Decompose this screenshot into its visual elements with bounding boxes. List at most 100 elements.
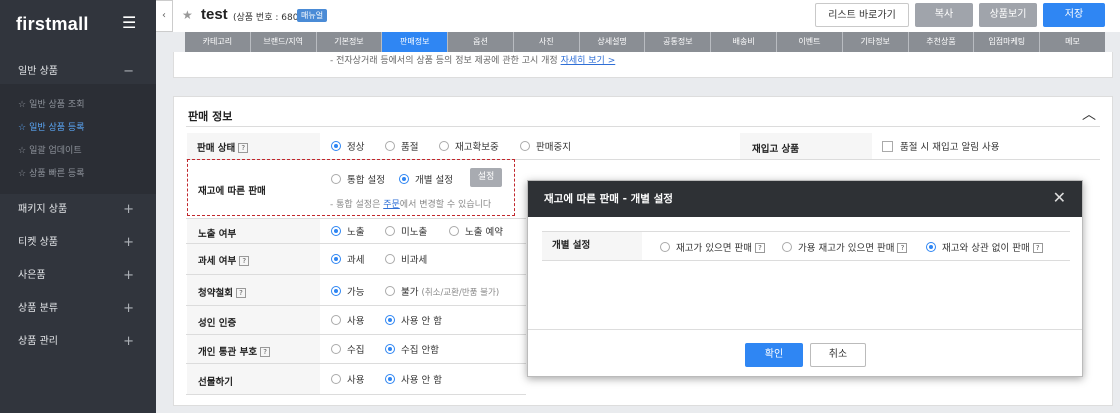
sidebar-section-manage[interactable]: 상품 관리 + [0, 328, 156, 356]
star-icon[interactable]: ★ [182, 8, 193, 22]
tab-common[interactable]: 공통정보 [645, 32, 712, 52]
close-icon[interactable]: ✕ [1053, 189, 1066, 207]
restock-checkbox[interactable]: 품절 시 재입고 알림 사용 [882, 139, 999, 153]
radio-icon [385, 315, 395, 325]
expand-icon: + [123, 202, 134, 217]
radio-icon [331, 344, 341, 354]
radio-icon [385, 141, 395, 151]
sidebar-collapse-button[interactable]: ‹ [156, 0, 173, 32]
help-icon[interactable]: ? [754, 243, 765, 253]
star-icon: ☆ [18, 146, 27, 156]
help-icon[interactable]: ? [239, 256, 250, 266]
radio-hidden[interactable]: 미노출 [385, 224, 427, 238]
radio-collect[interactable]: 수집 [331, 342, 364, 356]
checkbox-icon [882, 141, 893, 152]
view-product-button[interactable]: 상품보기 [979, 3, 1037, 27]
dialog-header: 재고에 따른 판매 - 개별 설정 ✕ [528, 181, 1082, 217]
dialog-row-label: 개별 설정 [542, 232, 642, 260]
radio-exposed[interactable]: 노출 [331, 224, 364, 238]
sidebar-section-package[interactable]: 패키지 상품 + [0, 196, 156, 224]
dialog-title: 재고에 따른 판매 - 개별 설정 [544, 193, 673, 205]
star-icon: ☆ [18, 100, 27, 110]
header: ★ test (상품 번호 : 680) 매뉴얼 리스트 바로가기 복사 상품보… [173, 0, 1120, 32]
radio-restocking[interactable]: 재고확보중 [439, 139, 499, 153]
radio-icon [385, 254, 395, 264]
tab-brand[interactable]: 브랜드/지역 [250, 32, 317, 52]
confirm-button[interactable]: 확인 [745, 343, 803, 367]
order-link[interactable]: 주문 [383, 200, 400, 210]
help-icon[interactable]: ? [260, 347, 271, 357]
radio-icon [926, 242, 936, 252]
exposure-label: 노출 여부 [198, 229, 237, 240]
manual-badge[interactable]: 매뉴얼 [297, 9, 328, 22]
help-icon[interactable]: ? [1032, 243, 1043, 253]
radio-icon [385, 374, 395, 384]
tab-marketing[interactable]: 입점마케팅 [974, 32, 1041, 52]
star-icon: ☆ [18, 169, 27, 179]
radio-withdraw-possible[interactable]: 가능 [331, 284, 364, 298]
tab-etc[interactable]: 기타정보 [842, 32, 909, 52]
sidebar-item-product-list[interactable]: ☆ 일반 상품 조회 [18, 98, 84, 112]
sidebar-item-bulk-update[interactable]: ☆ 일괄 업데이트 [18, 144, 82, 158]
help-icon[interactable]: ? [897, 243, 908, 253]
tab-category[interactable]: 카테고리 [185, 32, 251, 52]
radio-tax-free[interactable]: 비과세 [385, 252, 427, 266]
radio-taxable[interactable]: 과세 [331, 252, 364, 266]
tab-recommend[interactable]: 추천상품 [908, 32, 975, 52]
tab-event[interactable]: 이벤트 [777, 32, 843, 52]
radio-gift-nouse[interactable]: 사용 안 함 [385, 372, 442, 386]
radio-scheduled[interactable]: 노출 예약 [449, 224, 503, 238]
customs-label: 개인 통관 부호? [198, 344, 271, 358]
list-shortcut-button[interactable]: 리스트 바로가기 [815, 3, 909, 27]
tab-options[interactable]: 옵션 [448, 32, 514, 52]
logo[interactable]: firstmall [16, 14, 89, 35]
detail-link[interactable]: 자세히 보기 > [561, 56, 616, 66]
expand-icon: + [123, 268, 134, 283]
sidebar-section-gift[interactable]: 사은품 + [0, 262, 156, 290]
help-icon[interactable]: ? [238, 143, 249, 153]
tab-photo[interactable]: 사진 [513, 32, 580, 52]
dialog-footer: 확인 취소 [528, 329, 1082, 378]
sidebar-section-category[interactable]: 상품 분류 + [0, 295, 156, 323]
menu-icon[interactable]: ☰ [122, 14, 136, 32]
radio-adult-use[interactable]: 사용 [331, 313, 364, 327]
radio-sell-if-stock[interactable]: 재고가 있으면 판매? [660, 240, 765, 254]
radio-soldout[interactable]: 품절 [385, 139, 418, 153]
adult-label: 성인 인증 [198, 318, 237, 329]
cancel-button[interactable]: 취소 [810, 343, 866, 367]
stock-sale-label: 재고에 따른 판매 [198, 186, 266, 197]
radio-individual[interactable]: 개별 설정 [399, 172, 453, 186]
tab-basic[interactable]: 기본정보 [316, 32, 383, 52]
tab-detail[interactable]: 상세설명 [579, 32, 646, 52]
radio-normal[interactable]: 정상 [331, 139, 364, 153]
radio-stop-sale[interactable]: 판매중지 [520, 139, 571, 153]
radio-withdraw-impossible[interactable]: 불가 (취소/교환/반품 불가) [385, 284, 499, 298]
save-button[interactable]: 저장 [1043, 3, 1105, 27]
radio-adult-nouse[interactable]: 사용 안 함 [385, 313, 442, 327]
sidebar-section-ticket[interactable]: 티켓 상품 + [0, 229, 156, 257]
sidebar-item-quick-register[interactable]: ☆ 상품 빠른 등록 [18, 167, 84, 181]
radio-integrated[interactable]: 통합 설정 [331, 172, 385, 186]
sidebar: firstmall ☰ 일반 상품 − ☆ 일반 상품 조회 ☆ 일반 상품 등록 … [0, 0, 156, 413]
product-number: (상품 번호 : 680) [233, 13, 302, 23]
radio-sell-always[interactable]: 재고와 상관 없이 판매? [926, 240, 1043, 254]
tab-shipping[interactable]: 배송비 [711, 32, 778, 52]
sale-status-label: 판매 상태? [197, 140, 249, 154]
expand-icon: + [123, 235, 134, 250]
star-icon: ☆ [18, 123, 27, 133]
chevron-up-icon[interactable]: ︿ [1082, 104, 1096, 124]
sidebar-section-general[interactable]: 일반 상품 − [0, 58, 156, 86]
radio-gift-use[interactable]: 사용 [331, 372, 364, 386]
copy-button[interactable]: 복사 [915, 3, 973, 27]
radio-icon [331, 315, 341, 325]
setting-button[interactable]: 설정 [470, 168, 502, 187]
chevron-left-icon: ‹ [162, 10, 166, 21]
tab-memo[interactable]: 메모 [1040, 32, 1105, 52]
tab-sales[interactable]: 판매정보 [382, 32, 449, 52]
help-icon[interactable]: ? [235, 288, 246, 298]
radio-sell-if-available[interactable]: 가용 재고가 있으면 판매? [782, 240, 908, 254]
radio-icon [331, 174, 341, 184]
stock-sale-note: - 통합 설정은 주문에서 변경할 수 있습니다 [330, 200, 492, 210]
radio-no-collect[interactable]: 수집 안함 [385, 342, 439, 356]
sidebar-item-product-register[interactable]: ☆ 일반 상품 등록 [18, 121, 84, 135]
